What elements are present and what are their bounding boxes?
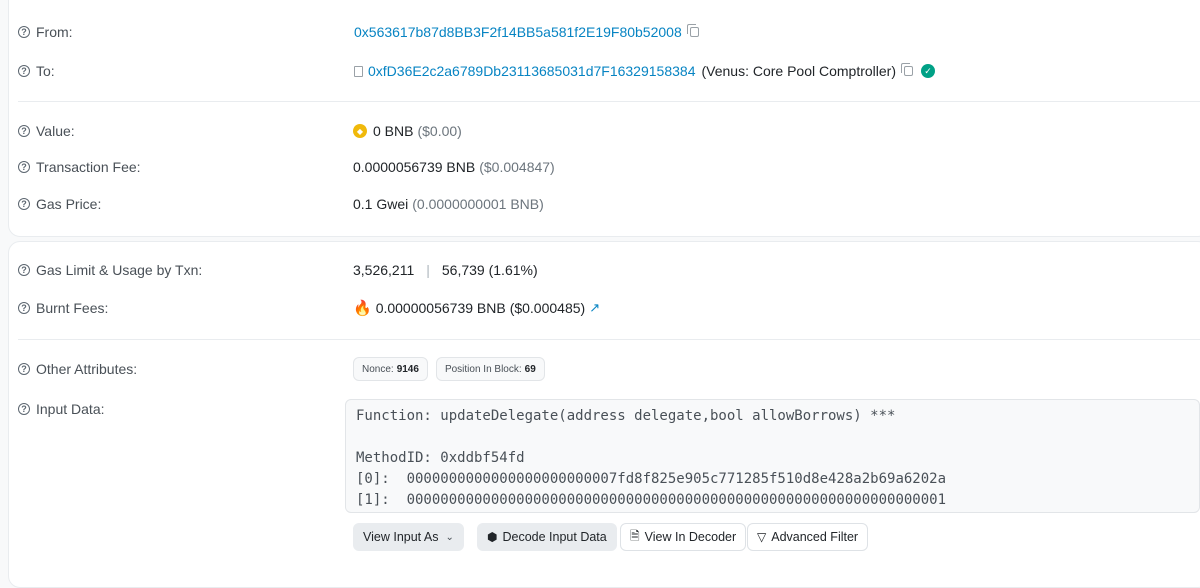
from-label: From: bbox=[36, 24, 73, 40]
filter-icon: ▽ bbox=[757, 530, 767, 544]
file-icon: 🗎 bbox=[630, 528, 640, 543]
view-in-decoder-button[interactable]: 🗎 View In Decoder bbox=[620, 523, 747, 551]
view-input-as-label: View Input As bbox=[363, 530, 439, 544]
copy-icon[interactable] bbox=[901, 63, 914, 76]
verified-check-icon: ✓ bbox=[921, 64, 936, 78]
help-icon[interactable]: ? bbox=[18, 26, 30, 38]
value-usd: ($0.00) bbox=[417, 123, 462, 139]
advanced-filter-label: Advanced Filter bbox=[771, 530, 859, 544]
burnt-fees-usd: ($0.000485) bbox=[509, 300, 586, 316]
tx-fee-amount: 0.0000056739 BNB bbox=[353, 159, 476, 175]
cubes-icon: ⬢ bbox=[487, 530, 498, 544]
help-icon[interactable]: ? bbox=[18, 161, 30, 173]
view-input-as-button[interactable]: View Input As ⌄ bbox=[353, 523, 464, 551]
position-label: Position In Block: bbox=[444, 363, 522, 375]
burnt-fees-label: Burnt Fees: bbox=[36, 300, 109, 316]
value-label: Value: bbox=[36, 123, 75, 139]
value-amount: 0 BNB bbox=[373, 123, 414, 139]
gas-limit-label: Gas Limit & Usage by Txn: bbox=[36, 262, 203, 278]
nonce-label: Nonce: bbox=[362, 363, 394, 375]
input-data-box[interactable]: Function: updateDelegate(address delegat… bbox=[345, 399, 1200, 513]
bnb-coin-icon: ◆ bbox=[353, 124, 367, 138]
position-value: 69 bbox=[524, 363, 536, 375]
view-in-decoder-label: View In Decoder bbox=[644, 530, 737, 544]
contract-doc-icon bbox=[354, 65, 363, 77]
help-icon[interactable]: ? bbox=[18, 403, 30, 415]
help-icon[interactable]: ? bbox=[18, 125, 30, 137]
other-attributes-label: Other Attributes: bbox=[36, 361, 138, 377]
external-link-icon[interactable]: ↗ bbox=[589, 300, 600, 316]
tx-fee-usd: ($0.004847) bbox=[479, 159, 555, 175]
gas-price-label: Gas Price: bbox=[36, 196, 102, 212]
gas-price-row: ? Gas Price: 0.1 Gwei (0.0000000001 BNB) bbox=[0, 192, 1200, 216]
input-data-line bbox=[356, 427, 1189, 448]
decode-input-data-button[interactable]: ⬢ Decode Input Data bbox=[477, 523, 617, 551]
value-row: ? Value: ◆ 0 BNB ($0.00) bbox=[0, 119, 1200, 143]
gas-limit-row: ? Gas Limit & Usage by Txn: 3,526,211 | 5… bbox=[0, 258, 1200, 282]
gas-price-bnb: (0.0000000001 BNB) bbox=[412, 196, 544, 212]
transaction-fee-row: ? Transaction Fee: 0.0000056739 BNB ($0.0… bbox=[0, 155, 1200, 179]
nonce-badge: Nonce: 9146 bbox=[353, 357, 428, 381]
fire-icon: 🔥 bbox=[353, 300, 372, 317]
input-data-line: [1]: 00000000000000000000000000000000000… bbox=[356, 492, 947, 508]
input-data-line: [0]: 0000000000000000000000007fd8f825e90… bbox=[356, 471, 947, 487]
help-icon[interactable]: ? bbox=[18, 65, 30, 77]
to-contract-name: (Venus: Core Pool Comptroller) bbox=[701, 63, 897, 79]
chevron-down-icon: ⌄ bbox=[445, 531, 454, 543]
input-data-line: MethodID: 0xddbf54fd bbox=[356, 450, 525, 466]
nonce-value: 9146 bbox=[396, 363, 419, 375]
divider bbox=[18, 339, 1200, 340]
gas-usage-value: 56,739 (1.61%) bbox=[441, 262, 538, 278]
separator: | bbox=[426, 262, 430, 278]
help-icon[interactable]: ? bbox=[18, 363, 30, 375]
other-attributes-row: ? Other Attributes: Nonce: 9146 Position I… bbox=[0, 357, 1200, 381]
gas-price-amount: 0.1 Gwei bbox=[353, 196, 409, 212]
decode-input-data-label: Decode Input Data bbox=[502, 530, 607, 544]
from-row: ? From: 0x563617b87d8BB3F2f14BB5a581f2E19… bbox=[0, 20, 1200, 44]
divider bbox=[18, 101, 1200, 102]
to-label: To: bbox=[36, 63, 55, 79]
gas-limit-value: 3,526,211 bbox=[353, 262, 415, 278]
to-row: ? To: 0xfD36E2c2a6789Db23113685031d7F1632… bbox=[0, 59, 1200, 83]
copy-icon[interactable] bbox=[686, 24, 699, 37]
help-icon[interactable]: ? bbox=[18, 264, 30, 276]
burnt-fees-row: ? Burnt Fees: 🔥 0.00000056739 BNB ($0.000… bbox=[0, 296, 1200, 320]
tx-fee-label: Transaction Fee: bbox=[36, 159, 141, 175]
position-badge: Position In Block: 69 bbox=[435, 357, 545, 381]
input-data-label: Input Data: bbox=[36, 401, 105, 417]
help-icon[interactable]: ? bbox=[18, 198, 30, 210]
help-icon[interactable]: ? bbox=[18, 302, 30, 314]
advanced-filter-button[interactable]: ▽ Advanced Filter bbox=[747, 523, 869, 551]
input-data-line: Function: updateDelegate(address delegat… bbox=[356, 408, 896, 424]
from-address-link[interactable]: 0x563617b87d8BB3F2f14BB5a581f2E19F80b520… bbox=[354, 24, 682, 40]
burnt-fees-amount: 0.00000056739 BNB bbox=[375, 300, 506, 316]
to-address-link[interactable]: 0xfD36E2c2a6789Db23113685031d7F163291583… bbox=[368, 63, 695, 79]
